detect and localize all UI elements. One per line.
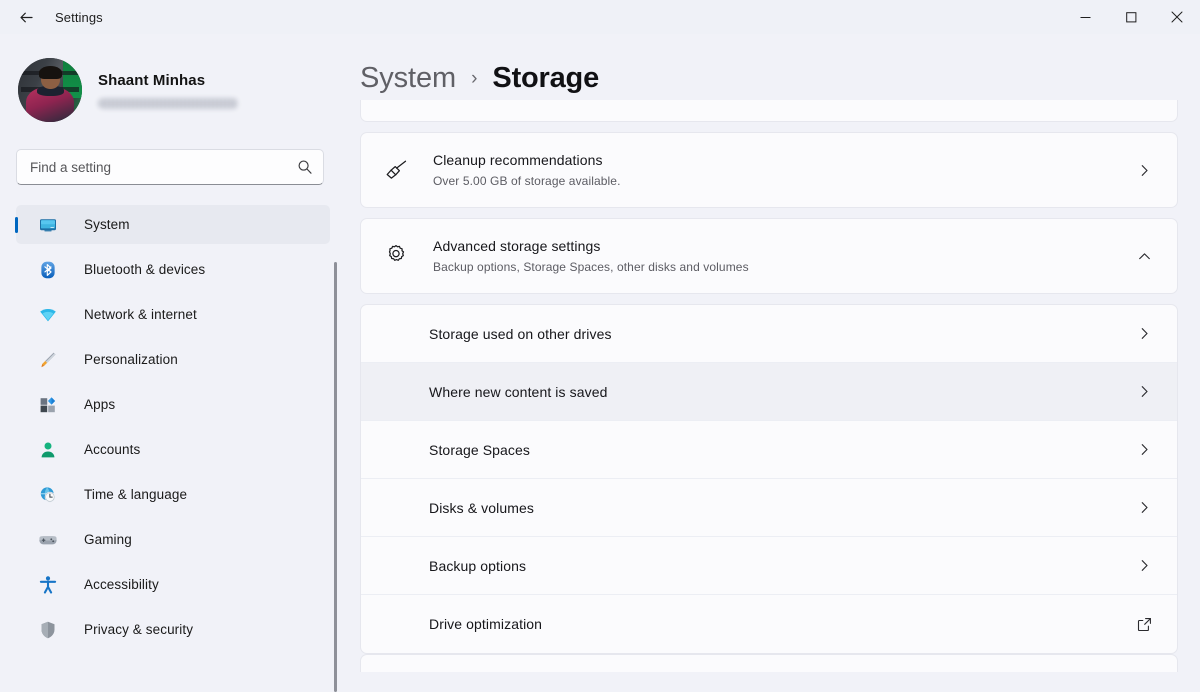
chevron-right-icon — [1133, 555, 1155, 577]
subrow-disks-and-volumes[interactable]: Disks & volumes — [361, 479, 1177, 537]
chevron-right-icon — [1133, 159, 1155, 181]
row-subtitle: Backup options, Storage Spaces, other di… — [433, 259, 749, 274]
search-container — [16, 149, 324, 185]
wifi-icon — [38, 305, 58, 325]
sidebar-item-privacy-security[interactable]: Privacy & security — [16, 610, 330, 649]
row-title: Cleanup recommendations — [433, 151, 603, 168]
chevron-right-icon: › — [471, 68, 478, 89]
chevron-right-icon — [1133, 323, 1155, 345]
sidebar-item-label: Time & language — [84, 487, 188, 502]
page-title: Storage — [492, 62, 599, 94]
sidebar-item-accounts[interactable]: Accounts — [16, 430, 330, 469]
card-partial-above[interactable] — [360, 100, 1178, 122]
back-button[interactable] — [9, 2, 43, 32]
sidebar-item-label: Gaming — [84, 532, 132, 547]
main-content: System › Storage Cleanup recommendations… — [348, 34, 1200, 692]
row-subtitle: Over 5.00 GB of storage available. — [433, 173, 621, 188]
window-body: Shaant Minhas Find a setting System Blue… — [0, 34, 1200, 692]
card-partial-below[interactable] — [360, 654, 1178, 672]
broom-icon — [381, 156, 411, 184]
subrow-title: Storage Spaces — [429, 441, 531, 458]
row-advanced-storage-settings[interactable]: Advanced storage settings Backup options… — [361, 219, 1177, 293]
breadcrumb-parent-system[interactable]: System — [360, 62, 456, 95]
sidebar-item-label: System — [84, 217, 130, 232]
card-advanced-storage-settings: Advanced storage settings Backup options… — [360, 218, 1178, 294]
card-advanced-storage-children: Storage used on other drives Where new c… — [360, 304, 1178, 654]
paintbrush-icon — [38, 350, 58, 370]
chevron-right-icon — [1133, 439, 1155, 461]
sidebar-item-label: Privacy & security — [84, 622, 194, 637]
row-title: Advanced storage settings — [433, 237, 601, 254]
account-email-redacted — [98, 97, 238, 109]
sidebar: Shaant Minhas Find a setting System Blue… — [0, 34, 348, 692]
sidebar-item-label: Personalization — [84, 352, 178, 367]
sidebar-item-label: Accounts — [84, 442, 141, 457]
settings-scroll-area: Cleanup recommendations Over 5.00 GB of … — [348, 100, 1200, 692]
monitor-icon — [38, 215, 58, 235]
subrow-title: Storage used on other drives — [429, 325, 612, 342]
sidebar-item-label: Apps — [84, 397, 116, 412]
title-bar: Settings — [0, 0, 1200, 34]
sidebar-item-system[interactable]: System — [16, 205, 330, 244]
card-cleanup-recommendations: Cleanup recommendations Over 5.00 GB of … — [360, 132, 1178, 208]
subrow-title: Where new content is saved — [429, 383, 608, 400]
sidebar-item-accessibility[interactable]: Accessibility — [16, 565, 330, 604]
sidebar-item-apps[interactable]: Apps — [16, 385, 330, 424]
sidebar-item-gaming[interactable]: Gaming — [16, 520, 330, 559]
external-link-icon — [1133, 613, 1155, 635]
sidebar-item-time-language[interactable]: Time & language — [16, 475, 330, 514]
subrow-title: Disks & volumes — [429, 499, 534, 516]
person-icon — [38, 440, 58, 460]
row-cleanup-recommendations[interactable]: Cleanup recommendations Over 5.00 GB of … — [361, 133, 1177, 207]
chevron-right-icon — [1133, 381, 1155, 403]
subrow-drive-optimization[interactable]: Drive optimization — [361, 595, 1177, 653]
close-button[interactable] — [1154, 0, 1200, 34]
account-header[interactable]: Shaant Minhas — [18, 58, 348, 122]
sidebar-scrollbar[interactable] — [334, 262, 337, 692]
sidebar-item-label: Network & internet — [84, 307, 197, 322]
sidebar-nav: System Bluetooth & devices Network & int… — [0, 205, 348, 649]
subrow-title: Backup options — [429, 557, 527, 574]
accessibility-icon — [38, 575, 58, 595]
subrow-where-new-content-is-saved[interactable]: Where new content is saved — [361, 363, 1177, 421]
search-input[interactable] — [16, 149, 324, 185]
subrow-title: Drive optimization — [429, 616, 543, 632]
avatar — [18, 58, 82, 122]
window-controls — [1062, 0, 1200, 34]
minimize-button[interactable] — [1062, 0, 1108, 34]
subrow-backup-options[interactable]: Backup options — [361, 537, 1177, 595]
sidebar-item-network-internet[interactable]: Network & internet — [16, 295, 330, 334]
bluetooth-icon — [38, 260, 58, 280]
subrow-storage-spaces[interactable]: Storage Spaces — [361, 421, 1177, 479]
sidebar-item-label: Accessibility — [84, 577, 159, 592]
chevron-right-icon — [1133, 497, 1155, 519]
chevron-up-icon[interactable] — [1133, 245, 1155, 267]
sidebar-item-bluetooth-devices[interactable]: Bluetooth & devices — [16, 250, 330, 289]
settings-window: Settings Shaant Minhas Find a setting Sy… — [0, 0, 1200, 692]
apps-icon — [38, 395, 58, 415]
app-title: Settings — [55, 9, 103, 25]
sidebar-item-personalization[interactable]: Personalization — [16, 340, 330, 379]
globe-clock-icon — [38, 485, 58, 505]
maximize-button[interactable] — [1108, 0, 1154, 34]
subrow-storage-used-on-other-drives[interactable]: Storage used on other drives — [361, 305, 1177, 363]
gear-icon — [381, 243, 411, 269]
breadcrumb: System › Storage — [348, 34, 1200, 110]
account-name: Shaant Minhas — [98, 71, 206, 89]
sidebar-item-label: Bluetooth & devices — [84, 262, 206, 277]
gamepad-icon — [38, 530, 58, 550]
shield-icon — [38, 620, 58, 640]
back-arrow-icon — [18, 9, 35, 26]
